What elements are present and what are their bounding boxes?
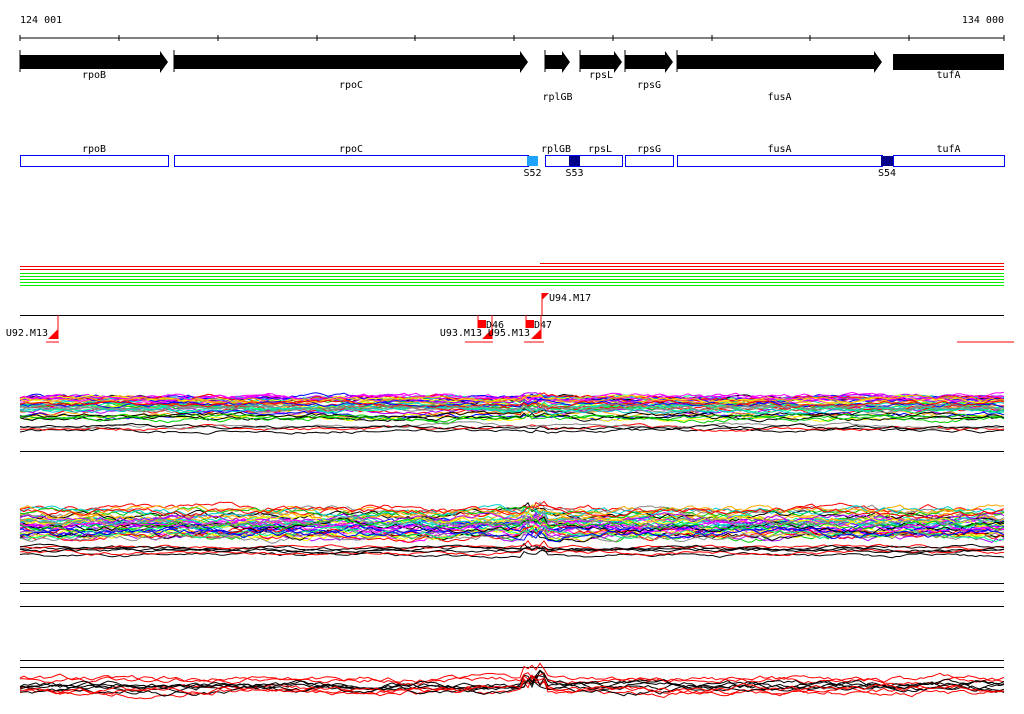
gene-label: rpsL [589,70,613,81]
ruler-end-label: 134 000 [962,15,1004,26]
gene-label: rpoB [82,70,106,81]
gene-arrow-tufA[interactable] [893,54,1004,70]
genome-browser-view: 124 001 134 000 rpoB rpoC rplGB rpsL rpsG fus… [6,15,1014,700]
gene-label: fusA [767,92,791,103]
primer-label: U93.M13 [440,328,482,339]
gene-arrow-rpsG[interactable] [625,51,673,73]
primer-label: D47 [534,320,552,331]
feature-marker-S52[interactable] [527,156,538,166]
coverage-traces [19,391,1005,700]
feature-label: S53 [565,168,583,179]
gene-label: tufA [936,70,960,81]
gene-arrow-rplGB[interactable] [545,51,570,73]
gene-box-rplGB[interactable] [545,155,623,167]
gene-box-fusA[interactable] [677,155,883,167]
gene-box-label: rplGB [541,144,571,155]
alignment-lines-track [20,263,1004,668]
gene-box-label: rpsG [637,144,661,155]
gene-box-tufA[interactable] [893,155,1005,167]
gene-box-label: tufA [936,144,960,155]
gene-box-label: rpoB [82,144,106,155]
primer-label: U94.M17 [549,293,591,304]
gene-label: rplGB [542,92,572,103]
gene-label: rpsG [637,80,661,91]
feature-label: S54 [878,168,896,179]
gene-box-label: rpoC [339,144,363,155]
feature-marker-S54[interactable] [881,156,893,166]
coverage-trace [19,662,1005,686]
gene-box-rpsG[interactable] [625,155,674,167]
gene-box-rpoC[interactable] [174,155,529,167]
gene-arrow-rpoC[interactable] [174,51,528,73]
primer-flag[interactable] [48,329,58,339]
gene-arrow-track: rpoB rpoC rplGB rpsL rpsG fusA tufA [19,50,1004,103]
ruler-start-label: 124 001 [20,15,62,26]
primer-track: U92.M13D46U93.M13D47U95.M13U94.M17 [6,293,1014,343]
gene-box-label: rpsL [588,144,612,155]
feature-label: S52 [523,168,541,179]
primer-label: U95.M13 [488,328,530,339]
gene-arrow-fusA[interactable] [677,51,882,73]
gene-box-rpoB[interactable] [20,155,169,167]
primer-label: U92.M13 [6,328,48,339]
gene-label: rpoC [339,80,363,91]
coordinate-ruler: 124 001 134 000 [19,15,1005,41]
gene-box-label: fusA [767,144,791,155]
primer-block[interactable] [526,320,534,328]
feature-marker-S53[interactable] [569,156,580,166]
gene-box-track: rpoB rpoC rplGB rpsL rpsG fusA tufA S52 S53 S54 [20,144,1005,179]
primer-block[interactable] [478,320,486,328]
primer-flag[interactable] [542,293,549,300]
